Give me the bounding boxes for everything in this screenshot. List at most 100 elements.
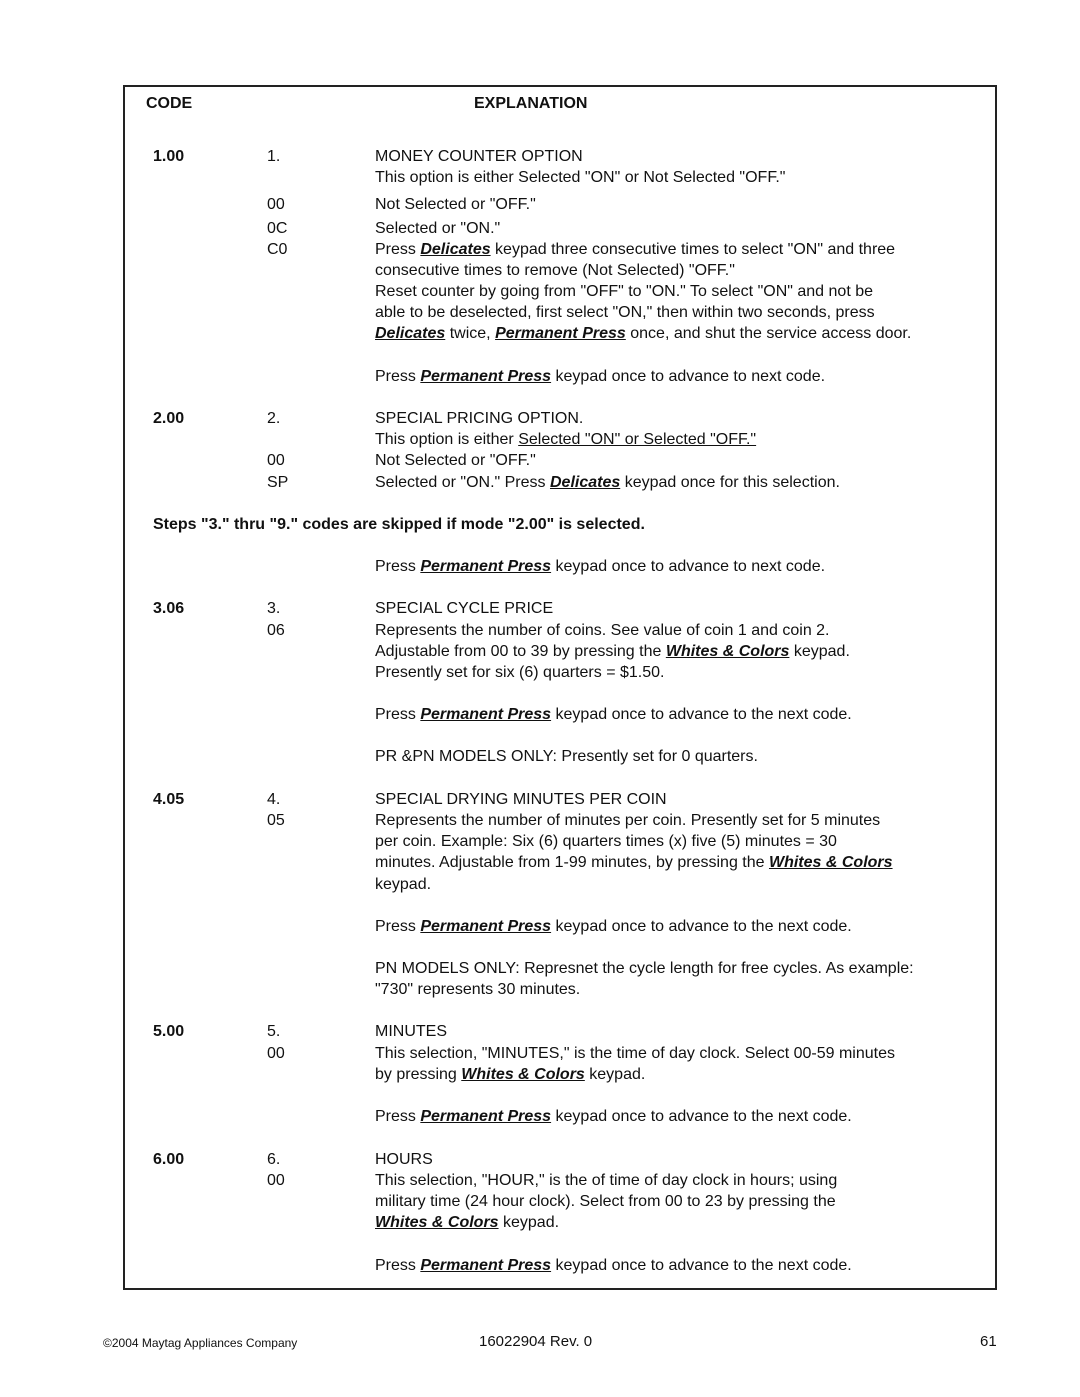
keypad-permanent-press: Permanent Press	[420, 1108, 552, 1125]
advance-6: Press Permanent Press keypad once to adv…	[375, 1255, 852, 1276]
text-fragment: keypad once to advance to the next code.	[551, 1257, 852, 1274]
advance-5: Press Permanent Press keypad once to adv…	[375, 1106, 852, 1127]
line-1-3: Reset counter by going from "OFF" to "ON…	[375, 283, 873, 300]
text-fragment: twice,	[445, 325, 496, 342]
step-5: 5.	[267, 1023, 281, 1040]
text-fragment: Selected or "ON." Press	[375, 474, 550, 491]
line-5-2: by pressing Whites & Colors keypad.	[375, 1064, 645, 1085]
text-fragment: keypad once to advance to next code.	[551, 558, 826, 575]
value-1c: C0	[267, 241, 288, 258]
step-3: 3.	[267, 600, 281, 617]
text-fragment: keypad.	[584, 1066, 646, 1083]
keypad-delicates: Delicates	[375, 325, 446, 342]
desc-1: This option is either Selected "ON" or N…	[375, 169, 786, 186]
keypad-whites-colors: Whites & Colors	[665, 643, 790, 660]
text-fragment: keypad.	[789, 643, 850, 660]
page-number: 61	[980, 1333, 997, 1350]
keypad-permanent-press: Permanent Press	[420, 1257, 552, 1274]
title-2: SPECIAL PRICING OPTION.	[375, 410, 584, 427]
value-4: 05	[267, 812, 285, 829]
text-fragment: keypad once to advance to next code.	[551, 368, 826, 385]
text-fragment: keypad once to advance to the next code.	[551, 1108, 852, 1125]
value-1a: 00	[267, 196, 285, 213]
value-2a: 00	[267, 452, 285, 469]
desc-2: This option is either Selected "ON" or S…	[375, 429, 756, 450]
text-fragment: Adjustable from 00 to 39 by pressing the	[375, 643, 666, 660]
keypad-delicates: Delicates	[420, 241, 491, 258]
text-fragment: keypad once for this selection.	[620, 474, 840, 491]
value-1b: 0C	[267, 220, 288, 237]
text-fragment: keypad.	[498, 1214, 560, 1231]
value-2b-text: Selected or "ON." Press Delicates keypad…	[375, 472, 840, 493]
line-1-4: able to be deselected, first select "ON,…	[375, 304, 875, 321]
code-2: 2.00	[153, 410, 185, 427]
header-code: CODE	[146, 95, 193, 112]
advance-2: Press Permanent Press keypad once to adv…	[375, 556, 825, 577]
title-1: MONEY COUNTER OPTION	[375, 148, 583, 165]
keypad-permanent-press: Permanent Press	[420, 918, 552, 935]
footer-copyright: ©2004 Maytag Appliances Company	[103, 1336, 298, 1350]
keypad-delicates: Delicates	[549, 474, 621, 491]
note-4-2: "730" represents 30 minutes.	[375, 981, 581, 998]
advance-4: Press Permanent Press keypad once to adv…	[375, 916, 852, 937]
text-fragment: keypad once to advance to the next code.	[551, 918, 852, 935]
value-2a-text: Not Selected or "OFF."	[375, 452, 536, 469]
keypad-permanent-press: Permanent Press	[495, 325, 626, 342]
text-fragment: Press	[375, 558, 421, 575]
text-fragment: Press	[375, 368, 421, 385]
advance-3: Press Permanent Press keypad once to adv…	[375, 704, 852, 725]
value-5: 00	[267, 1045, 285, 1062]
line-1-2: consecutive times to remove (Not Selecte…	[375, 262, 735, 279]
line-6-1: This selection, "HOUR," is the of time o…	[375, 1172, 838, 1189]
code-3: 3.06	[153, 600, 185, 617]
line-3-2: Adjustable from 00 to 39 by pressing the…	[375, 641, 850, 662]
note-3: PR &PN MODELS ONLY: Presently set for 0 …	[375, 748, 758, 765]
step-4: 4.	[267, 791, 281, 808]
line-4-4: keypad.	[375, 876, 432, 893]
text-fragment: Selected "ON" or Selected "OFF."	[518, 431, 757, 448]
line-3-1: Represents the number of coins. See valu…	[375, 622, 830, 639]
value-6: 00	[267, 1172, 285, 1189]
keypad-permanent-press: Permanent Press	[420, 706, 552, 723]
keypad-whites-colors: Whites & Colors	[461, 1066, 585, 1083]
text-fragment: Press	[375, 918, 421, 935]
title-5: MINUTES	[375, 1023, 447, 1040]
title-4: SPECIAL DRYING MINUTES PER COIN	[375, 791, 667, 808]
title-6: HOURS	[375, 1151, 433, 1168]
skip-note: Steps "3." thru "9." codes are skipped i…	[153, 516, 645, 533]
line-1-5: Delicates twice, Permanent Press once, a…	[375, 323, 911, 344]
text-fragment: Press	[375, 706, 421, 723]
line-4-1: Represents the number of minutes per coi…	[375, 812, 881, 829]
note-4-1: PN MODELS ONLY: Represnet the cycle leng…	[375, 960, 914, 977]
code-6: 6.00	[153, 1151, 185, 1168]
line-1-1: Press Delicates keypad three consecutive…	[375, 239, 895, 260]
line-6-2: military time (24 hour clock). Select fr…	[375, 1193, 836, 1210]
title-3: SPECIAL CYCLE PRICE	[375, 600, 554, 617]
line-4-2: per coin. Example: Six (6) quarters time…	[375, 833, 837, 850]
line-6-3: Whites & Colors keypad.	[375, 1212, 559, 1233]
step-1: 1.	[267, 148, 281, 165]
code-1: 1.00	[153, 148, 185, 165]
footer-doc-number: 16022904 Rev. 0	[479, 1333, 593, 1350]
value-1b-text: Selected or "ON."	[375, 220, 501, 237]
text-fragment: keypad once to advance to the next code.	[551, 706, 852, 723]
text-fragment: by pressing	[375, 1066, 462, 1083]
value-2b: SP	[267, 474, 289, 491]
advance-1: Press Permanent Press keypad once to adv…	[375, 366, 825, 387]
step-2: 2.	[267, 410, 281, 427]
text-fragment: once, and shut the service access door.	[625, 325, 912, 342]
text-fragment: minutes. Adjustable from 1-99 minutes, b…	[375, 854, 769, 871]
code-5: 5.00	[153, 1023, 185, 1040]
code-4: 4.05	[153, 791, 185, 808]
step-6: 6.	[267, 1151, 281, 1168]
line-5-1: This selection, "MINUTES," is the time o…	[375, 1045, 895, 1062]
keypad-whites-colors: Whites & Colors	[375, 1214, 499, 1231]
text-fragment: Press	[375, 241, 421, 258]
keypad-permanent-press: Permanent Press	[420, 558, 552, 575]
text-fragment: Press	[375, 1257, 421, 1274]
line-4-3: minutes. Adjustable from 1-99 minutes, b…	[375, 852, 893, 873]
value-1a-text: Not Selected or "OFF."	[375, 196, 536, 213]
keypad-permanent-press: Permanent Press	[420, 368, 552, 385]
text-fragment: keypad three consecutive times to select…	[490, 241, 896, 258]
value-3: 06	[267, 622, 285, 639]
